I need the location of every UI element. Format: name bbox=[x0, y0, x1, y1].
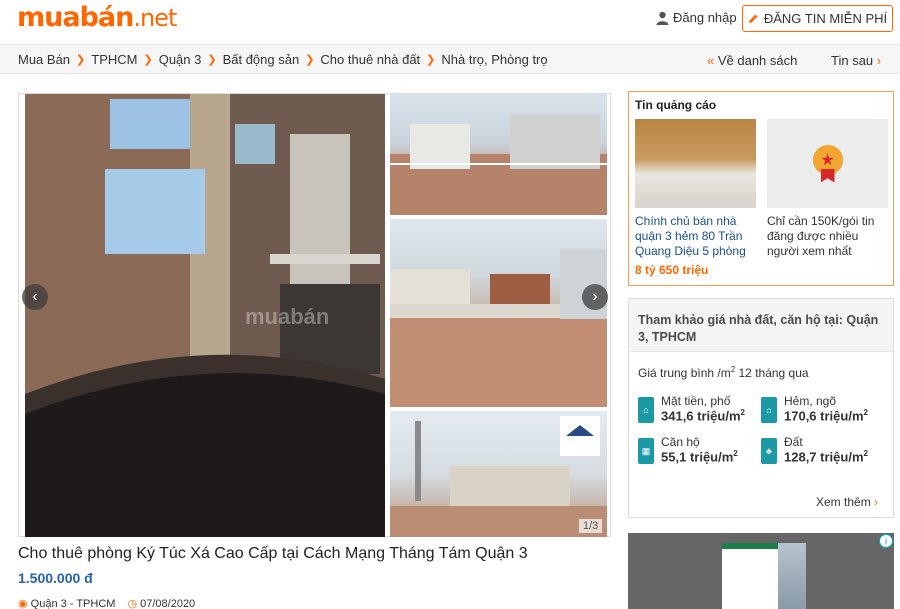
chevron-right-icon: › bbox=[876, 53, 882, 68]
gallery-prev-button[interactable]: ‹ bbox=[22, 284, 48, 310]
ad-text[interactable]: Chính chủ bán nhà quận 3 hẻm 80 Trần Qua… bbox=[635, 214, 756, 259]
price-reference-heading: Tham khảo giá nhà đất, căn hộ tại: Quận … bbox=[629, 299, 893, 352]
ad-card[interactable]: ★ Chỉ cần 150K/gói tin đăng được nhiều n… bbox=[767, 119, 888, 259]
medal-icon: ★ bbox=[812, 144, 843, 183]
chevron-right-icon: ❯ bbox=[143, 54, 153, 66]
alley-house-icon: ⌂ bbox=[761, 397, 777, 423]
site-logo[interactable]: muabán.net bbox=[17, 2, 177, 33]
info-icon[interactable]: i bbox=[879, 534, 893, 548]
listing-title: Cho thuê phòng Ký Túc Xá Cao Cấp tại Các… bbox=[18, 545, 528, 562]
banner-ad-card bbox=[722, 543, 778, 609]
listing-location[interactable]: ◉ Quận 3 - TPHCM bbox=[18, 597, 115, 609]
breadcrumb-item[interactable]: Cho thuê nhà đất bbox=[320, 52, 420, 67]
gallery-next-button[interactable]: › bbox=[582, 284, 608, 310]
listing-date: ◷ 07/08/2020 bbox=[127, 598, 196, 609]
banner-ad-tower-image bbox=[778, 543, 806, 609]
chevron-left-icon: ‹ bbox=[32, 288, 38, 305]
breadcrumb: Mua Bán ❯ TPHCM ❯ Quận 3 ❯ Bất động sản … bbox=[18, 52, 548, 67]
house-icon: ⌂ bbox=[638, 397, 654, 423]
ad-image[interactable]: ★ bbox=[767, 119, 888, 208]
logo-main: muabán bbox=[17, 2, 134, 33]
listing-price: 1.500.000 đ bbox=[18, 570, 93, 586]
post-free-ad-button[interactable]: ĐĂNG TIN MIỄN PHÍ bbox=[742, 5, 893, 32]
next-ad-label: Tin sau bbox=[831, 53, 874, 68]
photo-gallery: muabán ‹ › 1/3 bbox=[18, 93, 611, 537]
gallery-watermark: muabán bbox=[245, 304, 330, 329]
chevron-right-icon: ❯ bbox=[207, 54, 217, 66]
post-button-label: ĐĂNG TIN MIỄN PHÍ bbox=[763, 11, 888, 26]
site-header: muabán.net Đăng nhập ĐĂNG TIN MIỄN PHÍ bbox=[0, 0, 900, 44]
back-to-list-link[interactable]: « Về danh sách bbox=[707, 53, 797, 68]
breadcrumb-item[interactable]: TPHCM bbox=[91, 52, 137, 67]
ads-title: Tin quảng cáo bbox=[635, 98, 717, 112]
ad-text[interactable]: Chỉ cần 150K/gói tin đăng được nhiều ngư… bbox=[767, 214, 888, 259]
next-ad-link[interactable]: Tin sau › bbox=[831, 53, 881, 68]
ad-card[interactable]: Chính chủ bán nhà quận 3 hẻm 80 Trần Qua… bbox=[635, 119, 756, 277]
gallery-thumbnail[interactable] bbox=[390, 219, 607, 407]
sponsored-ads-box: Tin quảng cáo Chính chủ bán nhà quận 3 h… bbox=[628, 91, 894, 286]
breadcrumb-bar: Mua Bán ❯ TPHCM ❯ Quận 3 ❯ Bất động sản … bbox=[0, 44, 900, 74]
gallery-counter: 1/3 bbox=[579, 519, 603, 533]
building-photo-illustration bbox=[25, 94, 385, 537]
gallery-thumbnail[interactable] bbox=[390, 94, 607, 215]
breadcrumb-item[interactable]: Nhà trọ, Phòng trọ bbox=[441, 52, 547, 67]
double-chevron-left-icon: « bbox=[707, 53, 715, 68]
ad-image-kitchen[interactable] bbox=[635, 119, 756, 208]
chevron-right-icon: ❯ bbox=[426, 54, 436, 66]
login-label: Đăng nhập bbox=[673, 10, 737, 25]
gallery-thumbnail[interactable] bbox=[390, 411, 607, 537]
breadcrumb-item[interactable]: Mua Bán bbox=[18, 52, 70, 67]
user-icon bbox=[656, 11, 669, 25]
banner-ad[interactable] bbox=[628, 533, 894, 609]
price-reference-box: Tham khảo giá nhà đất, căn hộ tại: Quận … bbox=[628, 298, 894, 518]
chevron-right-icon: › bbox=[592, 288, 598, 305]
see-more-link[interactable]: Xem thêm › bbox=[816, 495, 878, 509]
pencil-icon bbox=[748, 14, 758, 23]
logo-tld: .net bbox=[133, 4, 177, 32]
building-icon: ▦ bbox=[638, 438, 654, 464]
ad-price: 8 tỷ 650 triệu bbox=[635, 263, 709, 277]
land-icon: ♣ bbox=[761, 438, 777, 464]
chevron-right-icon: ❯ bbox=[305, 54, 315, 66]
listing-meta: ◉ Quận 3 - TPHCM ◷ 07/08/2020 bbox=[18, 597, 195, 609]
map-pin-icon: ◉ bbox=[18, 598, 28, 609]
main-photo[interactable]: muabán bbox=[25, 94, 385, 537]
breadcrumb-item[interactable]: Quận 3 bbox=[159, 52, 202, 67]
price-reference-subtitle: Giá trung bình /m2 12 tháng qua bbox=[638, 365, 809, 380]
chevron-right-icon: ❯ bbox=[76, 54, 86, 66]
back-to-list-label: Về danh sách bbox=[717, 53, 798, 68]
breadcrumb-item[interactable]: Bất động sản bbox=[223, 52, 300, 67]
chevron-right-icon: › bbox=[874, 495, 879, 509]
login-link[interactable]: Đăng nhập bbox=[656, 10, 737, 25]
clock-icon: ◷ bbox=[127, 598, 138, 609]
